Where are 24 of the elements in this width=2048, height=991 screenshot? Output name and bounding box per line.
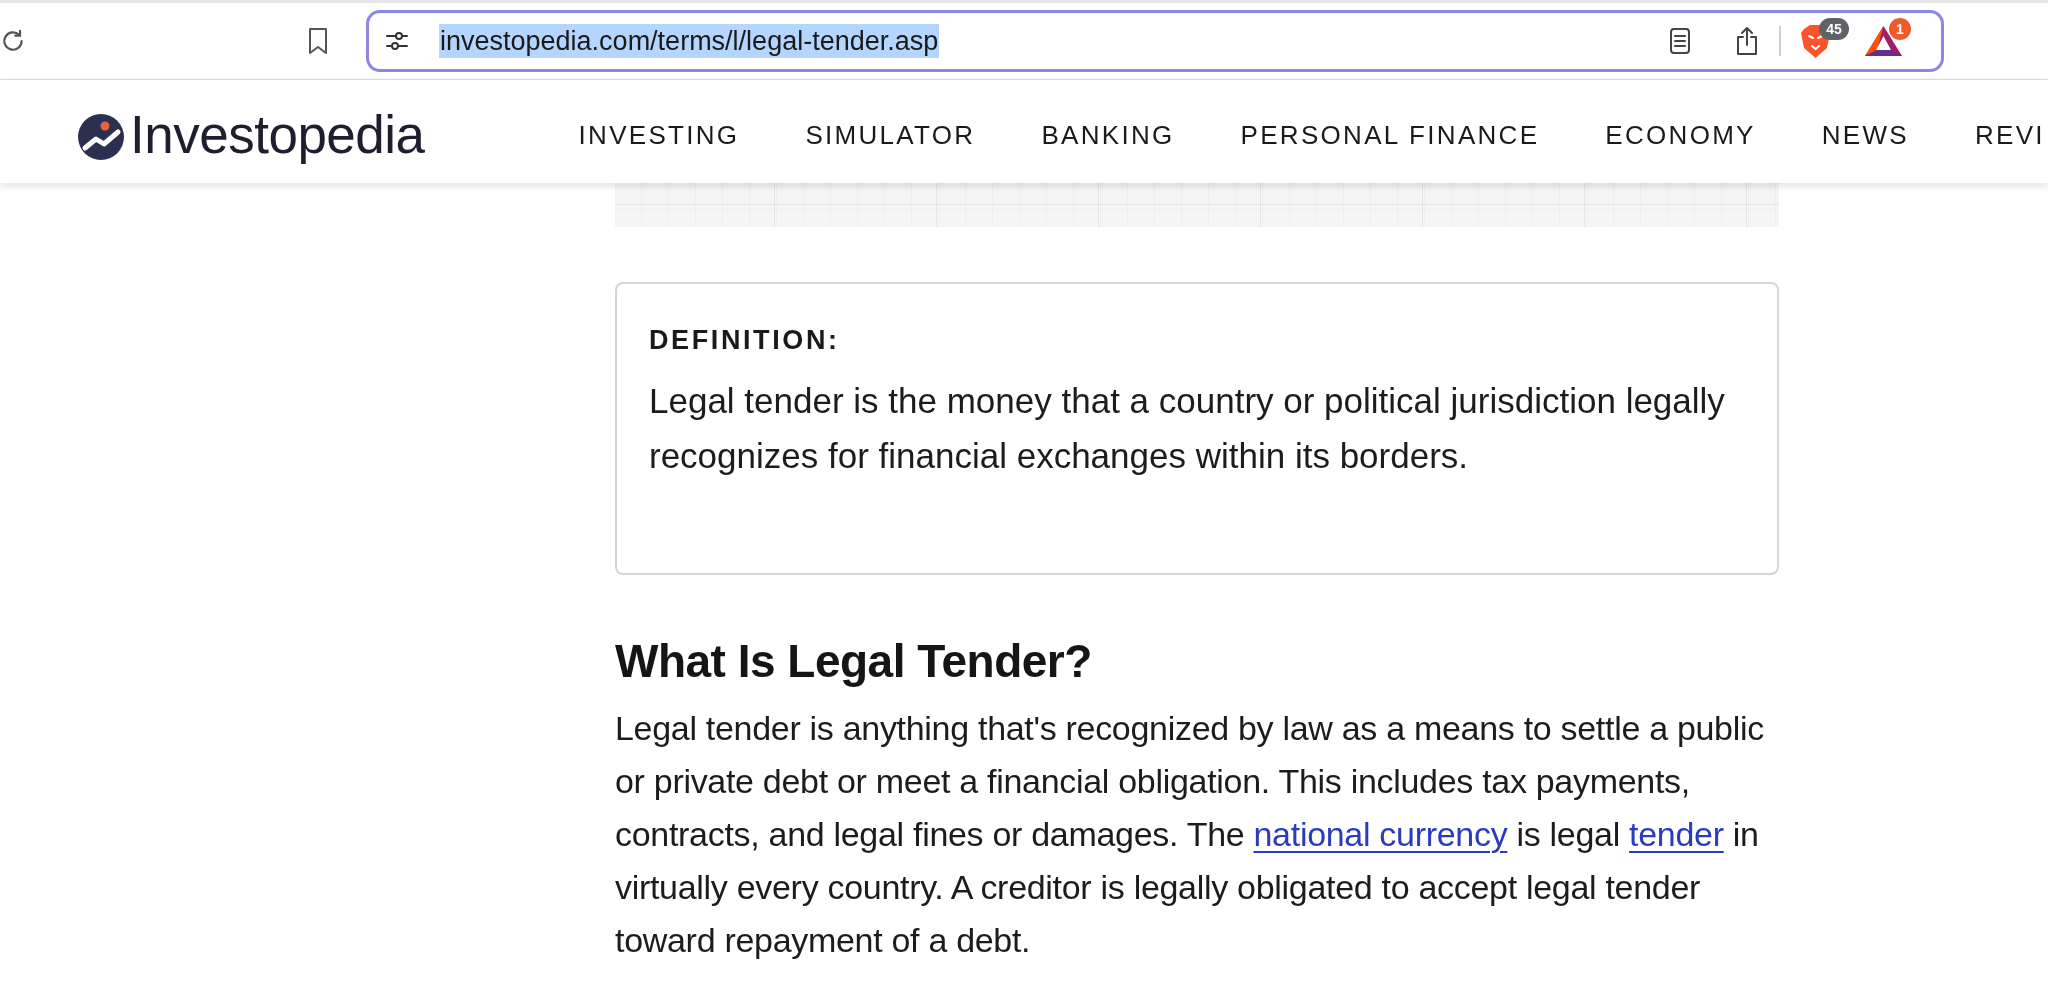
nav-link[interactable]: PERSONAL FINANCE <box>1240 117 1540 152</box>
body-paragraph: Legal tender is anything that's recognized by law as a means to settle a public or private debt or meet a financial obligation. This includes tax payments, contracts, and legal fines or damages. The national currency is legal tender in virtually every country. A creditor is legally obligated to accept legal tender toward repayment of a debt. <box>615 708 1765 961</box>
nav-link[interactable]: REVI <box>1974 117 2045 152</box>
settings-icon[interactable] <box>385 30 409 52</box>
nav-link[interactable]: ECONOMY <box>1605 117 1756 152</box>
reader-icon[interactable] <box>1669 27 1691 55</box>
logo[interactable]: Investopedia <box>78 103 425 166</box>
address-bar[interactable]: investopedia.com/terms/l/legal-tender.asp 45 1 <box>366 10 1944 72</box>
nav-link[interactable]: BANKING <box>1041 117 1175 152</box>
link[interactable]: tender <box>1629 815 1724 853</box>
nav-link[interactable]: SIMULATOR <box>805 117 976 152</box>
url-text[interactable]: investopedia.com/terms/l/legal-tender.asp <box>439 24 940 58</box>
link[interactable]: national currency <box>1253 815 1508 853</box>
notification-badge: 1 <box>1889 18 1911 40</box>
logo-icon <box>78 113 124 160</box>
nav-link[interactable]: INVESTING <box>578 117 740 152</box>
notification-badge: 45 <box>1819 17 1849 40</box>
nav-link[interactable]: NEWS <box>1821 117 1909 152</box>
definition-text: Legal tender is the money that a country or political jurisdiction legally recognizes for financial exchanges within its borders. <box>649 380 1726 477</box>
reload-icon[interactable] <box>0 28 26 54</box>
section-heading: What Is Legal Tender? <box>615 634 1092 689</box>
bookmark-icon[interactable] <box>307 27 329 55</box>
definition-label: DEFINITION: <box>649 324 840 357</box>
share-icon[interactable] <box>1735 26 1759 56</box>
